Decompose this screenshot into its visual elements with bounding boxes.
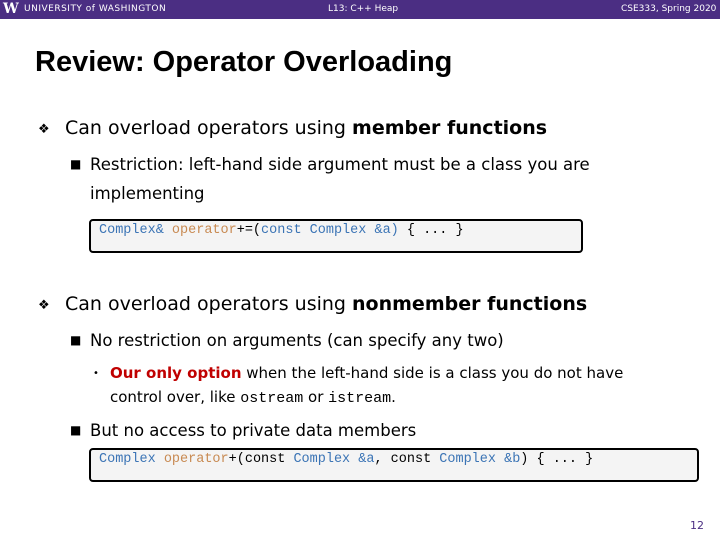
code-token: , const [374,452,440,467]
diamond-bullet-icon: ❖ [38,298,50,313]
code-token: Complex &b [439,452,521,467]
text: Can overload operators using [65,117,353,139]
code-token: +=( [236,223,262,238]
bullet-no-restriction: No restriction on arguments (can specify… [90,331,504,350]
code-token: Complex [99,452,156,467]
dot-bullet-icon: • [93,368,99,379]
course-name: CSE333, Spring 2020 [621,4,717,14]
bullet-member: Can overload operators using member func… [65,117,547,139]
code-block-nonmember: Complex operator+(const Complex &a, cons… [89,448,699,482]
code-token: const Complex &a) [261,223,399,238]
diamond-bullet-icon: ❖ [38,122,50,137]
page-number: 12 [690,519,704,532]
code-token: Complex& [99,223,164,238]
highlight-text: Our only option [110,364,242,382]
code-token: +(const [228,452,294,467]
code-block-member: Complex& operator+=(const Complex &a) { … [89,219,583,253]
square-bullet-icon: ■ [70,423,82,437]
text: . [391,388,396,406]
code-token: ) { ... } [520,452,594,467]
code-token: { ... } [398,223,464,238]
slide-header: W UNIVERSITY of WASHINGTON L13: C++ Heap… [0,0,720,19]
code-ostream: ostream [240,390,304,407]
square-bullet-icon: ■ [70,157,82,171]
bullet-nonmember: Can overload operators using nonmember f… [65,293,587,315]
slide-title: Review: Operator Overloading [35,46,453,78]
lecture-title: L13: C++ Heap [328,4,399,14]
code-token: Complex &a [293,452,375,467]
text: or [303,388,329,406]
code-istream: istream [328,390,392,407]
bullet-only-option: Our only option when the left-hand side … [110,361,670,411]
bullet-no-private-access: But no access to private data members [90,421,417,440]
square-bullet-icon: ■ [70,333,82,347]
university-name: UNIVERSITY of WASHINGTON [24,4,167,14]
bold-text: member functions [352,117,548,139]
text: Can overload operators using [65,293,353,315]
code-token: operator [163,452,229,467]
uw-logo: W [3,1,19,17]
code-token: operator [171,223,237,238]
bold-text: nonmember functions [352,293,588,315]
bullet-restriction: Restriction: left-hand side argument mus… [90,155,590,203]
